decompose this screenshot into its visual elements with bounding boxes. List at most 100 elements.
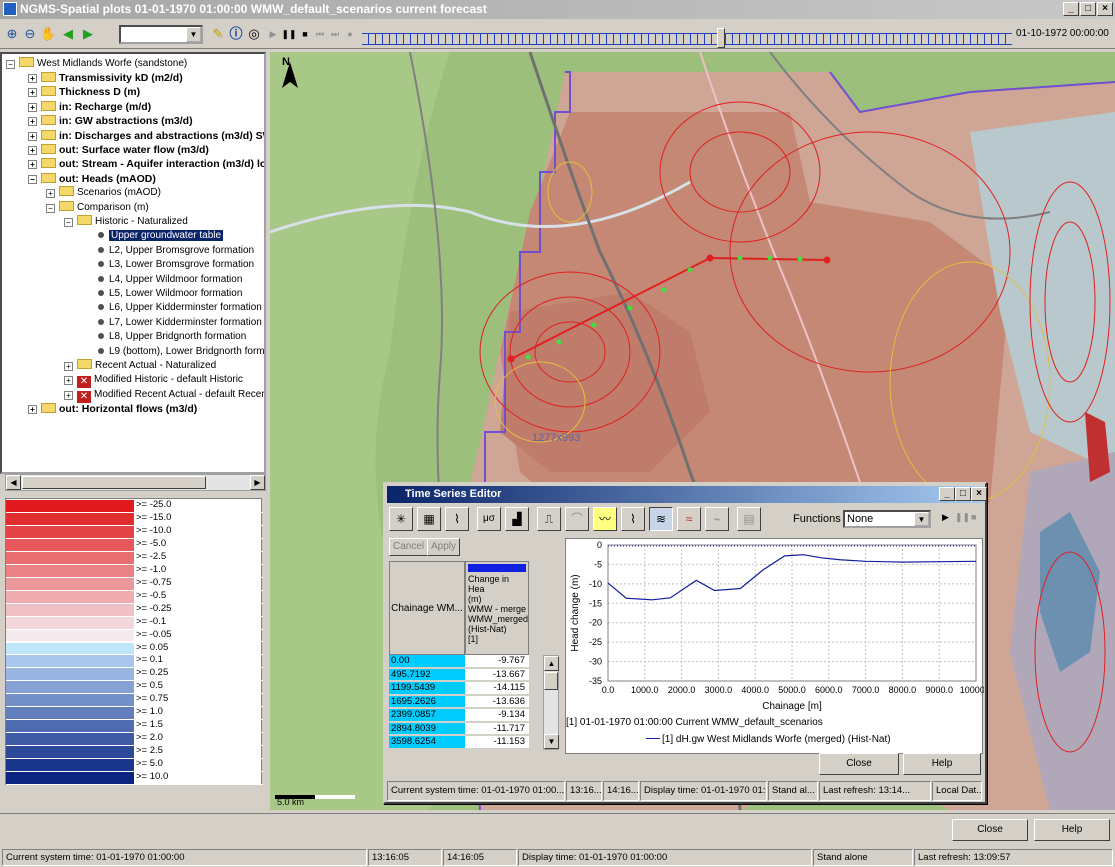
expand-icon[interactable]: + [28, 131, 37, 141]
expand-icon[interactable]: + [28, 160, 37, 170]
tse-pause-icon[interactable]: ❚❚ [955, 512, 970, 523]
collapse-icon[interactable]: − [28, 174, 37, 184]
zoom-in-icon[interactable]: ⊕ [4, 26, 20, 42]
time-slider-thumb[interactable] [717, 28, 725, 48]
layer-item[interactable]: L8, Upper Bridgnorth formation [98, 330, 246, 344]
layer-item[interactable]: L2, Upper Bromsgrove formation [98, 244, 254, 258]
baseline-icon[interactable]: ⌁ [705, 507, 729, 531]
table-vertical-scrollbar[interactable]: ▲ ▼ [543, 655, 559, 750]
expand-icon[interactable]: + [28, 102, 37, 112]
line-edit-icon[interactable]: ⎍ [537, 507, 561, 531]
chainage-cell[interactable]: 495.7192 [389, 668, 465, 681]
step-back-icon[interactable]: ⏮ [312, 26, 328, 42]
tree-item[interactable]: + out: Surface water flow (m3/d) [28, 143, 209, 157]
layer-item[interactable]: Upper groundwater table [98, 229, 224, 243]
expand-icon[interactable]: + [28, 146, 37, 155]
head-change-cell[interactable]: -9.767 [465, 655, 529, 668]
collapse-icon[interactable]: − [46, 203, 55, 213]
record-icon[interactable]: ● [342, 26, 358, 42]
expand-icon[interactable]: + [28, 88, 37, 98]
expand-icon[interactable]: + [64, 362, 73, 371]
chainage-cell[interactable]: 3598.6254 [389, 736, 465, 749]
layer-item[interactable]: L7, Lower Kidderminster formation [98, 316, 262, 330]
head-change-cell[interactable]: -13.636 [465, 695, 529, 708]
expand-icon[interactable]: + [28, 405, 37, 415]
graph-view-icon[interactable]: ⌇ [445, 507, 469, 531]
back-icon[interactable]: ◀ [60, 26, 76, 42]
pause-icon[interactable]: ❚❚ [281, 26, 297, 42]
select-tool-icon[interactable]: ✳ [389, 507, 413, 531]
tree-item[interactable]: + in: Recharge (m/d) [28, 100, 151, 114]
tree-item[interactable]: + Scenarios (mAOD) [46, 186, 161, 200]
tree-item[interactable]: + Thickness D (m) [28, 85, 140, 99]
smooth-icon[interactable]: ⌒ [565, 507, 589, 531]
main-help-button[interactable]: Help [1034, 819, 1110, 841]
main-close-button[interactable]: Close [952, 819, 1028, 841]
chainage-cell[interactable]: 1199.5439 [389, 682, 465, 695]
head-change-cell[interactable]: -13.667 [465, 668, 529, 681]
tree-item[interactable]: − out: Heads (mAOD) [28, 172, 156, 186]
tree-item[interactable]: + Recent Actual - Naturalized [64, 359, 216, 373]
tree-item[interactable]: + in: Discharges and abstractions (m3/d) … [28, 129, 264, 143]
scroll-down-icon[interactable]: ▼ [544, 734, 559, 749]
tree-item[interactable]: + Transmissivity kD (m2/d) [28, 71, 183, 85]
expand-icon[interactable]: + [28, 74, 37, 83]
head-change-cell[interactable]: -9.134 [465, 709, 529, 722]
scroll-right-icon[interactable]: ▶ [250, 475, 265, 490]
chainage-cell[interactable]: 0.00 [389, 655, 465, 668]
layer-item[interactable]: L3, Lower Bromsgrove formation [98, 258, 254, 272]
table-view-icon[interactable]: ▦ [417, 507, 441, 531]
series-icon[interactable]: ⌇ [621, 507, 645, 531]
pencil-icon[interactable]: ✎ [210, 26, 226, 42]
difference-icon[interactable]: ≈ [677, 507, 701, 531]
expand-icon[interactable]: + [64, 376, 73, 386]
scroll-thumb[interactable] [22, 476, 206, 489]
globe-icon[interactable]: ◎ [246, 26, 262, 42]
cancel-button[interactable]: Cancel [389, 538, 429, 556]
multi-series-icon[interactable]: ≋ [649, 507, 673, 531]
collapse-icon[interactable]: − [6, 60, 15, 69]
minimize-button[interactable]: _ [1063, 2, 1079, 16]
tree-item[interactable]: + ✕ Modified Recent Actual - default Recen… [64, 388, 264, 403]
zoom-out-icon[interactable]: ⊖ [22, 26, 38, 42]
column-header-change[interactable]: Change in Hea (m) WMW - merge WMW_merged (Hi… [465, 561, 529, 655]
close-window-button[interactable]: × [1097, 2, 1113, 16]
step-forward-icon[interactable]: ⏭ [327, 26, 343, 42]
statistics-icon[interactable]: μσ [477, 507, 501, 531]
tree-item[interactable]: + ✕ Modified Historic - default Historic [64, 373, 243, 389]
tree-item[interactable]: − Historic - Naturalized [64, 215, 188, 229]
chainage-cell[interactable]: 2894.8039 [389, 722, 465, 735]
info-icon[interactable]: ⓘ [228, 26, 244, 42]
tree-root[interactable]: − West Midlands Worfe (sandstone) [6, 57, 187, 71]
expand-icon[interactable]: + [64, 390, 73, 400]
zoom-combo[interactable]: ▼ [119, 25, 203, 44]
tree-item[interactable]: + out: Horizontal flows (m3/d) [28, 402, 197, 416]
tse-minimize-button[interactable]: _ [939, 487, 955, 501]
tse-close-dialog-button[interactable]: Close [819, 753, 899, 775]
layer-item[interactable]: L6, Upper Kidderminster formation [98, 301, 262, 315]
head-change-chart[interactable]: 0 -5 -10 -15 -20 -25 -30 -350.0 1000.0 2000.0 3000… [566, 539, 992, 715]
scroll-left-icon[interactable]: ◀ [6, 475, 21, 490]
apply-button[interactable]: Apply [427, 538, 461, 556]
head-change-cell[interactable]: -11.717 [465, 722, 529, 735]
highlight-icon[interactable]: 〰 [593, 507, 617, 531]
collapse-icon[interactable]: − [64, 218, 73, 227]
forward-icon[interactable]: ▶ [80, 26, 96, 42]
stop-icon[interactable]: ■ [297, 26, 313, 42]
expand-icon[interactable]: + [46, 189, 55, 199]
column-header-chainage[interactable]: Chainage WM... [389, 561, 465, 655]
tree-horizontal-scrollbar[interactable]: ◀ ▶ [5, 474, 266, 491]
bar-chart-icon[interactable]: ▟ [505, 507, 529, 531]
tree-item[interactable]: + out: Stream - Aquifer interaction (m3/d… [28, 157, 264, 171]
pan-hand-icon[interactable]: ✋ [40, 26, 56, 42]
calculator-icon[interactable]: ▤ [737, 507, 761, 531]
tse-help-button[interactable]: Help [903, 753, 981, 775]
scroll-up-icon[interactable]: ▲ [544, 656, 559, 671]
time-slider-track[interactable] [362, 33, 1012, 45]
chainage-cell[interactable]: 2399.0857 [389, 709, 465, 722]
head-change-cell[interactable]: -14.115 [465, 682, 529, 695]
layer-item[interactable]: L4, Upper Wildmoor formation [98, 273, 242, 287]
play-icon[interactable]: ▶ [265, 26, 281, 42]
maximize-button[interactable]: □ [1080, 2, 1096, 16]
tree-item[interactable]: − Comparison (m) [46, 200, 149, 215]
